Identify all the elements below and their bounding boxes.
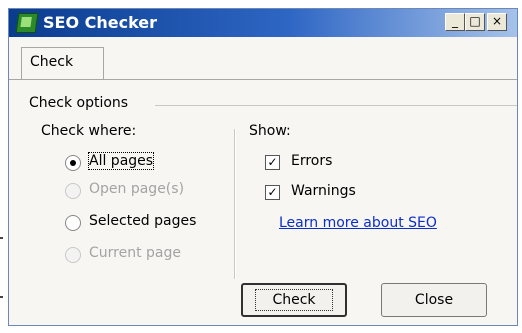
window-title: SEO Checker [43,13,158,32]
app-icon [15,13,39,33]
tab-check[interactable]: Check [21,47,104,79]
radio-selected-pages-label[interactable]: Selected pages [89,213,196,229]
title-bar[interactable]: SEO Checker _ □ × [9,9,517,37]
radio-selected-pages[interactable] [65,215,81,231]
warnings-checkbox-label[interactable]: Warnings [291,183,356,199]
minimize-button[interactable]: _ [445,13,465,31]
learn-more-link[interactable]: Learn more about SEO [279,215,437,231]
close-icon: × [491,14,503,28]
check-button-label: Check [255,289,333,311]
show-label: Show: [249,123,291,139]
tab-check-label: Check [30,54,74,70]
edge-mark [0,237,3,239]
warnings-checkbox[interactable]: ✓ [265,185,280,200]
radio-open-pages [65,183,81,199]
column-separator [234,129,236,279]
close-button[interactable]: Close [381,283,487,317]
minimize-icon: _ [452,14,458,28]
maximize-button[interactable]: □ [465,13,485,31]
radio-all-pages-label[interactable]: All pages [87,152,155,170]
maximize-icon: □ [469,14,481,28]
check-button[interactable]: Check [241,283,347,317]
errors-checkbox-label[interactable]: Errors [291,153,332,169]
check-options-group-label: Check options [29,95,133,111]
close-button-label: Close [414,292,454,308]
radio-open-pages-label: Open page(s) [89,181,185,197]
radio-all-pages[interactable] [65,155,81,171]
checkmark-icon: ✓ [267,185,278,199]
close-window-button[interactable]: × [487,13,507,31]
radio-current-page [65,247,81,263]
group-divider [155,105,517,106]
seo-checker-dialog: SEO Checker _ □ × Check Check options Ch… [8,8,518,326]
checkmark-icon: ✓ [267,155,278,169]
check-where-label: Check where: [41,123,137,139]
errors-checkbox[interactable]: ✓ [265,155,280,170]
edge-mark [0,296,3,298]
radio-current-page-label: Current page [89,245,181,261]
tab-divider [9,79,517,80]
